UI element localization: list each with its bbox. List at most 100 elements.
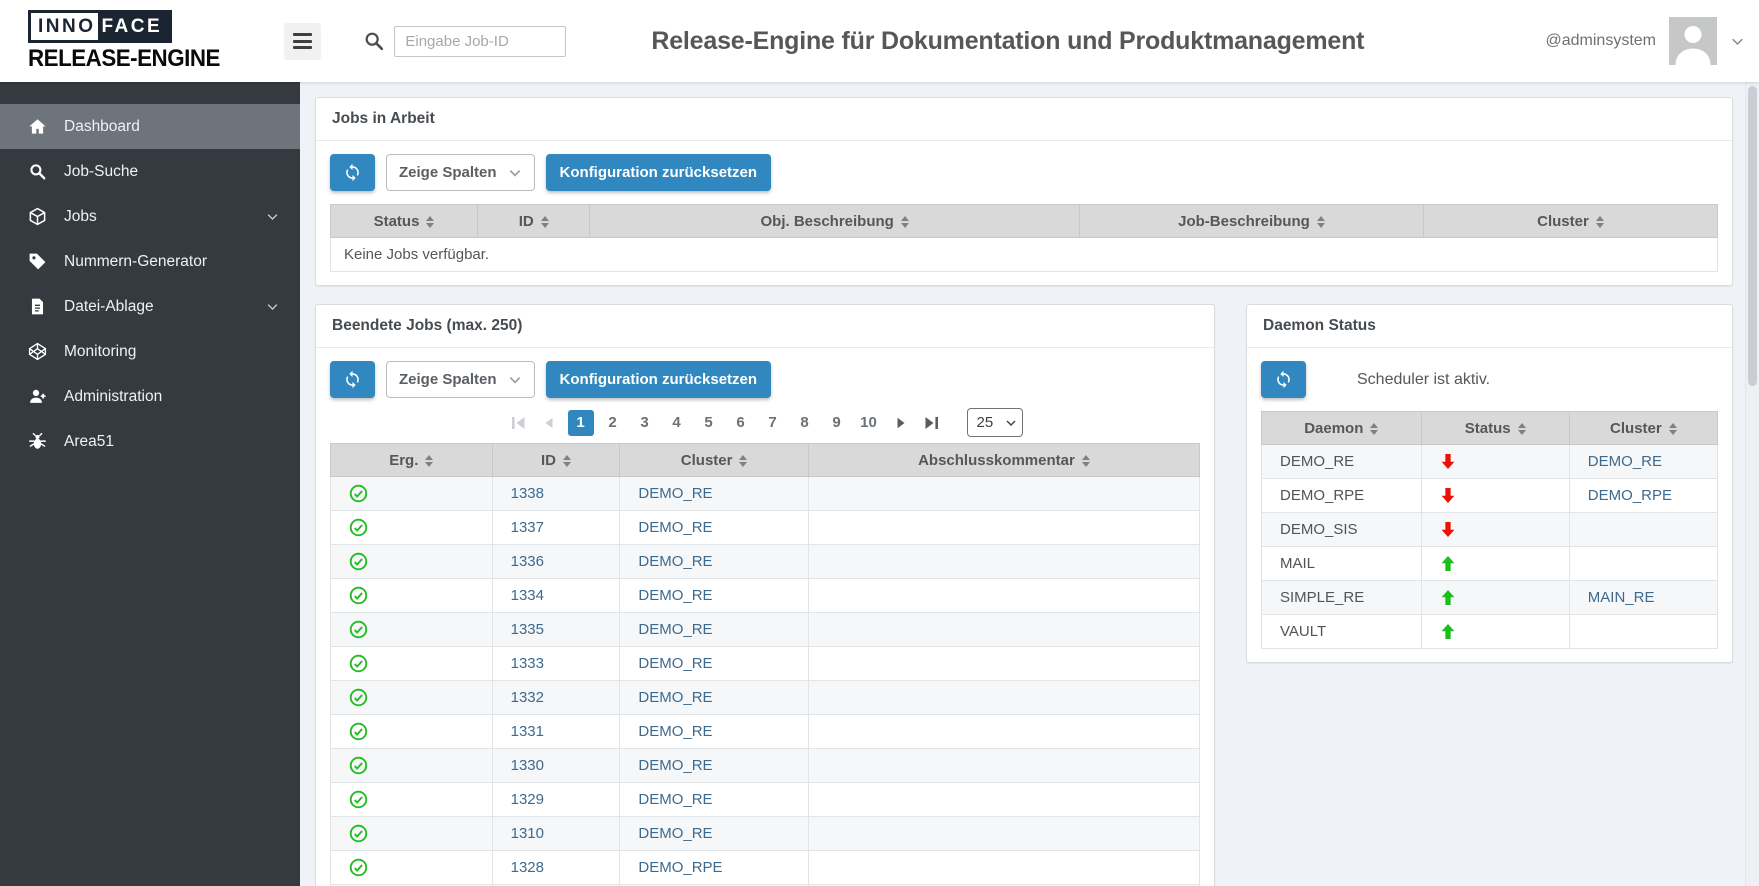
page-number-button[interactable]: 5	[696, 410, 722, 436]
cluster-link[interactable]: DEMO_RE	[638, 485, 712, 502]
top-header: INNOFACE RELEASE-ENGINE Release-Engine f…	[0, 0, 1759, 82]
column-header[interactable]: Cluster	[620, 444, 809, 477]
cluster-link[interactable]: DEMO_RE	[1588, 453, 1662, 470]
refresh-button[interactable]	[330, 361, 375, 398]
column-header[interactable]: ID	[478, 205, 590, 238]
job-id-link[interactable]: 1328	[511, 859, 544, 876]
job-id-link[interactable]: 1330	[511, 757, 544, 774]
daemon-status-table: Daemon Status Cluster DEMO_RE	[1261, 411, 1718, 649]
app-logo[interactable]: INNOFACE RELEASE-ENGINE	[28, 10, 234, 73]
job-id-search-input[interactable]	[394, 26, 566, 57]
column-header[interactable]: Erg.	[331, 444, 493, 477]
job-id-link[interactable]: 1331	[511, 723, 544, 740]
sidebar-item-datei-ablage[interactable]: Datei-Ablage	[0, 284, 300, 329]
daemon-cell: DEMO_RE	[1262, 445, 1422, 479]
sidebar-item-administration[interactable]: Administration	[0, 374, 300, 419]
sidebar-item-nummern-generator[interactable]: Nummern-Generator	[0, 239, 300, 284]
daemon-cell: DEMO_RPE	[1262, 479, 1422, 513]
page-number-button[interactable]: 3	[632, 410, 658, 436]
chevron-down-icon[interactable]	[1730, 34, 1745, 49]
column-header[interactable]: Daemon	[1262, 412, 1422, 445]
page-last-button[interactable]	[920, 416, 942, 430]
job-id-link[interactable]: 1310	[511, 825, 544, 842]
sort-icon	[426, 216, 434, 228]
result-cell	[331, 477, 493, 511]
user-menu[interactable]: @adminsystem	[1546, 17, 1746, 65]
cluster-link[interactable]: DEMO_RPE	[1588, 487, 1672, 504]
panel-title: Daemon Status	[1247, 305, 1732, 348]
sidebar-item-dashboard[interactable]: Dashboard	[0, 104, 300, 149]
result-cell	[331, 647, 493, 681]
reset-configuration-button[interactable]: Konfiguration zurücksetzen	[546, 154, 772, 191]
column-header[interactable]: Status	[1421, 412, 1569, 445]
cluster-link[interactable]: DEMO_RE	[638, 791, 712, 808]
refresh-button[interactable]	[1261, 361, 1306, 398]
sort-icon	[1317, 216, 1325, 228]
column-header[interactable]: Status	[331, 205, 478, 238]
job-id-link[interactable]: 1336	[511, 553, 544, 570]
refresh-button[interactable]	[330, 154, 375, 191]
status-cell	[1421, 479, 1569, 513]
sidebar-toggle-button[interactable]	[284, 23, 321, 60]
reset-configuration-button[interactable]: Konfiguration zurücksetzen	[546, 361, 772, 398]
sidebar-item-job-suche[interactable]: Job-Suche	[0, 149, 300, 194]
show-columns-dropdown[interactable]: Zeige Spalten	[386, 154, 535, 191]
cluster-link[interactable]: DEMO_RE	[638, 825, 712, 842]
cluster-link[interactable]: DEMO_RE	[638, 621, 712, 638]
comment-cell	[808, 579, 1199, 613]
scrollbar-thumb[interactable]	[1748, 86, 1757, 386]
cluster-link[interactable]: DEMO_RPE	[638, 859, 722, 876]
status-cell	[1421, 547, 1569, 581]
avatar[interactable]	[1669, 17, 1717, 65]
cluster-link[interactable]: MAIN_RE	[1588, 589, 1655, 606]
column-header[interactable]: Abschlusskommentar	[808, 444, 1199, 477]
job-id-link[interactable]: 1335	[511, 621, 544, 638]
next-icon	[894, 416, 908, 430]
cluster-link[interactable]: DEMO_RE	[638, 655, 712, 672]
page-first-button[interactable]	[508, 416, 530, 430]
cluster-link[interactable]: DEMO_RE	[638, 553, 712, 570]
page-number-button[interactable]: 7	[760, 410, 786, 436]
page-number-button[interactable]: 4	[664, 410, 690, 436]
page-number-button[interactable]: 2	[600, 410, 626, 436]
sidebar-item-jobs[interactable]: Jobs	[0, 194, 300, 239]
cluster-link[interactable]: DEMO_RE	[638, 757, 712, 774]
status-cell	[1421, 513, 1569, 547]
job-id-cell: 1335	[492, 613, 620, 647]
job-row: 1330 DEMO_RE	[331, 749, 1200, 783]
column-header[interactable]: Obj. Beschreibung	[590, 205, 1080, 238]
page-number-button[interactable]: 1	[568, 410, 594, 436]
job-id-link[interactable]: 1338	[511, 485, 544, 502]
job-id-cell: 1310	[492, 817, 620, 851]
scrollbar[interactable]	[1745, 82, 1759, 886]
column-header[interactable]: Cluster	[1423, 205, 1717, 238]
cluster-cell: DEMO_RE	[620, 579, 809, 613]
page-next-button[interactable]	[891, 416, 911, 430]
page-number-button[interactable]: 10	[856, 410, 882, 436]
column-header[interactable]: Job-Beschreibung	[1079, 205, 1423, 238]
column-header[interactable]: Cluster	[1569, 412, 1717, 445]
daemon-cell: SIMPLE_RE	[1262, 581, 1422, 615]
job-id-cell: 1337	[492, 511, 620, 545]
sidebar-item-monitoring[interactable]: Monitoring	[0, 329, 300, 374]
job-id-link[interactable]: 1333	[511, 655, 544, 672]
show-columns-dropdown[interactable]: Zeige Spalten	[386, 361, 535, 398]
cluster-link[interactable]: DEMO_RE	[638, 587, 712, 604]
job-id-link[interactable]: 1332	[511, 689, 544, 706]
cluster-link[interactable]: DEMO_RE	[638, 723, 712, 740]
cluster-link[interactable]: DEMO_RE	[638, 519, 712, 536]
result-cell	[331, 511, 493, 545]
username[interactable]: @adminsystem	[1546, 32, 1657, 50]
page-prev-button[interactable]	[539, 416, 559, 430]
job-id-link[interactable]: 1334	[511, 587, 544, 604]
sidebar-item-area51[interactable]: Area51	[0, 419, 300, 464]
job-id-link[interactable]: 1329	[511, 791, 544, 808]
cluster-cell: DEMO_RE	[620, 647, 809, 681]
cluster-link[interactable]: DEMO_RE	[638, 689, 712, 706]
job-id-link[interactable]: 1337	[511, 519, 544, 536]
page-number-button[interactable]: 6	[728, 410, 754, 436]
column-header[interactable]: ID	[492, 444, 620, 477]
page-size-select[interactable]: 25	[967, 408, 1023, 437]
page-number-button[interactable]: 9	[824, 410, 850, 436]
page-number-button[interactable]: 8	[792, 410, 818, 436]
